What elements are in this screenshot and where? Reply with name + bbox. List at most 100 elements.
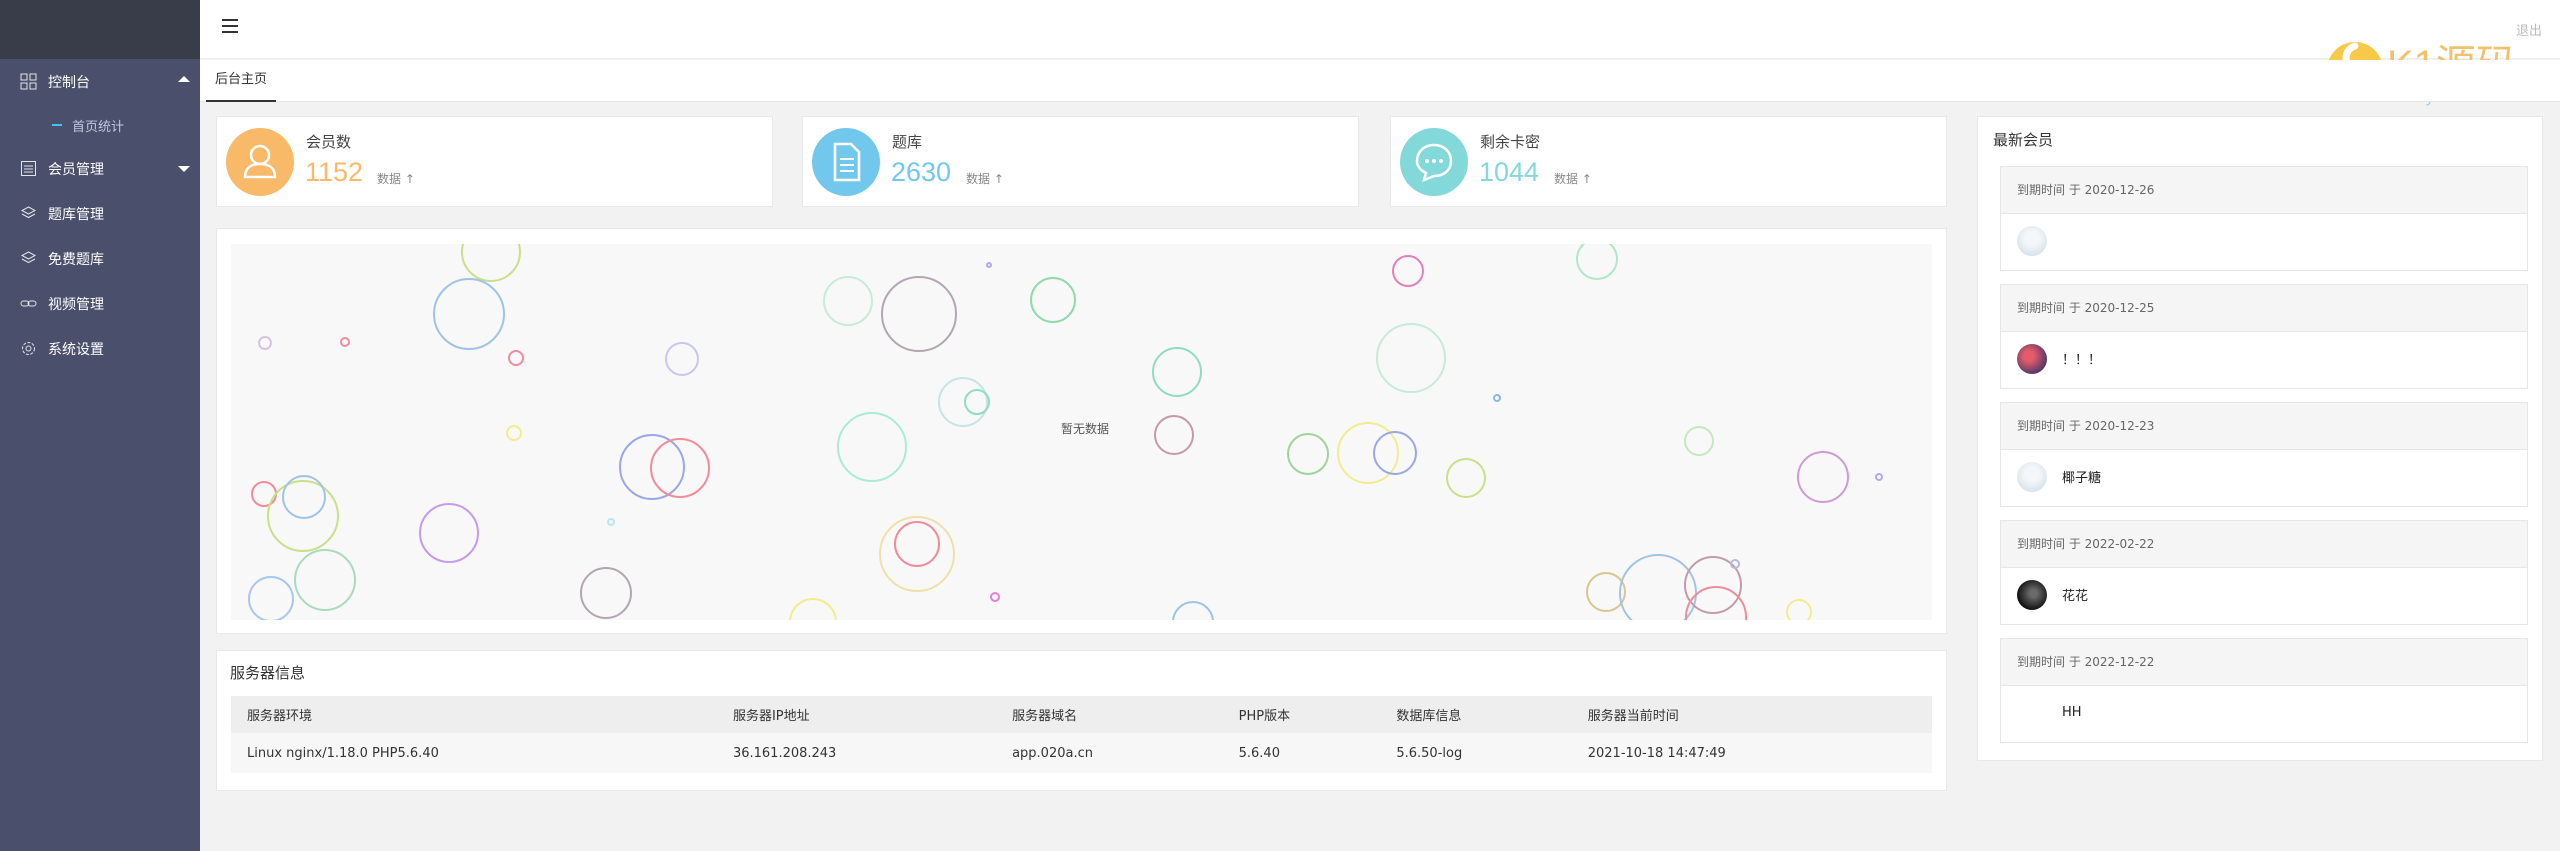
decorative-bubble: [789, 598, 837, 620]
sidebar-item-settings[interactable]: 系统设置: [0, 326, 200, 371]
column-header: 服务器IP地址: [716, 696, 997, 733]
member-item[interactable]: 到期时间 于 2022-12-22 HH: [2000, 638, 2528, 743]
column-header: 服务器域名: [996, 696, 1223, 733]
sidebar-subitem-home-stats[interactable]: 首页统计: [0, 104, 200, 146]
tab-bar: 后台主页: [200, 60, 2560, 102]
top-bar: 退出: [200, 0, 2560, 59]
menu-toggle-icon[interactable]: [222, 19, 238, 35]
server-info-card: 服务器信息 服务器环境 服务器IP地址 服务器域名 PHP版本 数据库信息 服务…: [216, 650, 1947, 791]
layers-icon: [20, 206, 37, 219]
decorative-bubble: [986, 262, 992, 268]
sidebar-item-label: 题库管理: [48, 206, 104, 223]
decorative-bubble: [251, 481, 277, 507]
column-header: 服务器环境: [231, 696, 717, 733]
decorative-bubble: [894, 521, 940, 567]
stat-label: 会员数: [306, 133, 352, 151]
stat-value: 2630: [891, 157, 952, 187]
member-name: HH: [2062, 705, 2082, 720]
decorative-bubble: [258, 336, 272, 350]
avatar: [2017, 343, 2047, 374]
chat-icon: [1400, 128, 1468, 196]
stat-value: 1152: [305, 157, 364, 187]
decorative-bubble: [938, 377, 988, 427]
decorative-bubble: [1576, 244, 1618, 280]
chart-area: 暂无数据: [231, 244, 1932, 620]
stat-label: 题库: [892, 133, 923, 151]
server-info-table: 服务器环境 服务器IP地址 服务器域名 PHP版本 数据库信息 服务器当前时间 …: [231, 696, 1932, 773]
decorative-bubble: [881, 276, 957, 352]
decorative-bubble: [650, 438, 710, 498]
column-header: 数据库信息: [1380, 696, 1572, 733]
avatar: [2017, 698, 2047, 728]
decorative-bubble: [665, 342, 699, 376]
decorative-bubble: [1684, 426, 1714, 456]
member-item[interactable]: 到期时间 于 2022-02-22 花花: [2000, 520, 2528, 625]
avatar: [2017, 579, 2047, 610]
stat-label: 剩余卡密: [1480, 133, 1541, 151]
member-item[interactable]: 到期时间 于 2020-12-23 椰子糖: [2000, 402, 2528, 507]
stat-sub: 数据 ↑: [1554, 172, 1592, 186]
stat-sub: 数据 ↑: [966, 172, 1004, 186]
decorative-bubble: [506, 425, 522, 441]
member-item[interactable]: 到期时间 于 2020-12-25 ！！！: [2000, 284, 2528, 389]
empty-data-text: 暂无数据: [1061, 422, 1110, 436]
decorative-bubble: [1154, 415, 1194, 455]
member-expire: 到期时间 于 2022-02-22: [2001, 521, 2527, 568]
sidebar-item-label: 免费题库: [48, 251, 104, 268]
member-expire: 到期时间 于 2020-12-26: [2001, 167, 2527, 214]
chevron-down-icon: [178, 166, 190, 172]
sidebar-item-question-bank[interactable]: 题库管理: [0, 191, 200, 236]
stat-card-members: 会员数 1152 数据 ↑: [216, 116, 773, 207]
decorative-bubble: [267, 480, 339, 552]
sidebar-item-label: 首页统计: [72, 119, 125, 135]
stat-sub: 数据 ↑: [377, 172, 415, 186]
decorative-bubble: [990, 592, 1000, 602]
stat-card-remaining-keys: 剩余卡密 1044 数据 ↑: [1390, 116, 1947, 207]
decorative-bubble: [294, 549, 356, 611]
column-header: 服务器当前时间: [1571, 696, 1932, 733]
active-indicator: [52, 124, 62, 126]
chart-card: 暂无数据: [216, 228, 1947, 634]
decorative-bubble: [1446, 458, 1486, 498]
user-icon: [226, 128, 294, 196]
gear-icon: [22, 342, 35, 355]
decorative-bubble: [607, 518, 615, 526]
member-item[interactable]: 到期时间 于 2020-12-26: [2000, 166, 2528, 271]
sidebar-item-dashboard[interactable]: 控制台: [0, 59, 200, 104]
document-icon: [812, 128, 880, 196]
member-expire: 到期时间 于 2020-12-25: [2001, 285, 2527, 332]
sidebar-item-free-bank[interactable]: 免费题库: [0, 236, 200, 281]
decorative-bubble: [461, 244, 521, 282]
table-header-row: 服务器环境 服务器IP地址 服务器域名 PHP版本 数据库信息 服务器当前时间: [231, 696, 1932, 733]
decorative-bubble: [1493, 394, 1501, 402]
table-cell: 36.161.208.243: [716, 733, 997, 773]
member-expire: 到期时间 于 2020-12-23: [2001, 403, 2527, 450]
decorative-bubble: [1376, 323, 1446, 393]
decorative-bubble: [837, 412, 907, 482]
sidebar-item-members[interactable]: 会员管理: [0, 146, 200, 191]
table-row: Linux nginx/1.18.0 PHP5.6.40 36.161.208.…: [231, 733, 1932, 773]
decorative-bubble: [508, 350, 524, 366]
tab-home[interactable]: 后台主页: [206, 60, 277, 102]
chevron-up-icon: [178, 76, 190, 82]
decorative-bubble: [1172, 601, 1214, 620]
table-cell: 2021-10-18 14:47:49: [1571, 733, 1932, 773]
decorative-bubble: [1875, 473, 1883, 481]
decorative-bubble: [1152, 347, 1202, 397]
member-name: 椰子糖: [2062, 471, 2102, 486]
table-cell: app.020a.cn: [996, 733, 1223, 773]
decorative-bubble: [248, 576, 294, 620]
server-info-title: 服务器信息: [230, 664, 306, 682]
member-name: ！！！: [2062, 353, 2102, 368]
sidebar-item-label: 系统设置: [48, 341, 104, 358]
decorative-bubble: [433, 278, 505, 350]
decorative-bubble: [580, 567, 632, 619]
sidebar-item-videos[interactable]: 视频管理: [0, 281, 200, 326]
decorative-bubble: [1684, 556, 1742, 614]
stat-card-question-bank: 题库 2630 数据 ↑: [802, 116, 1359, 207]
decorative-bubble: [1786, 599, 1812, 620]
sidebar-item-label: 控制台: [48, 74, 90, 91]
decorative-bubble: [823, 276, 873, 326]
latest-members-card: 最新会员 到期时间 于 2020-12-26 到期时间 于 2020-12-25…: [1977, 116, 2543, 761]
decorative-bubble: [1287, 433, 1329, 475]
